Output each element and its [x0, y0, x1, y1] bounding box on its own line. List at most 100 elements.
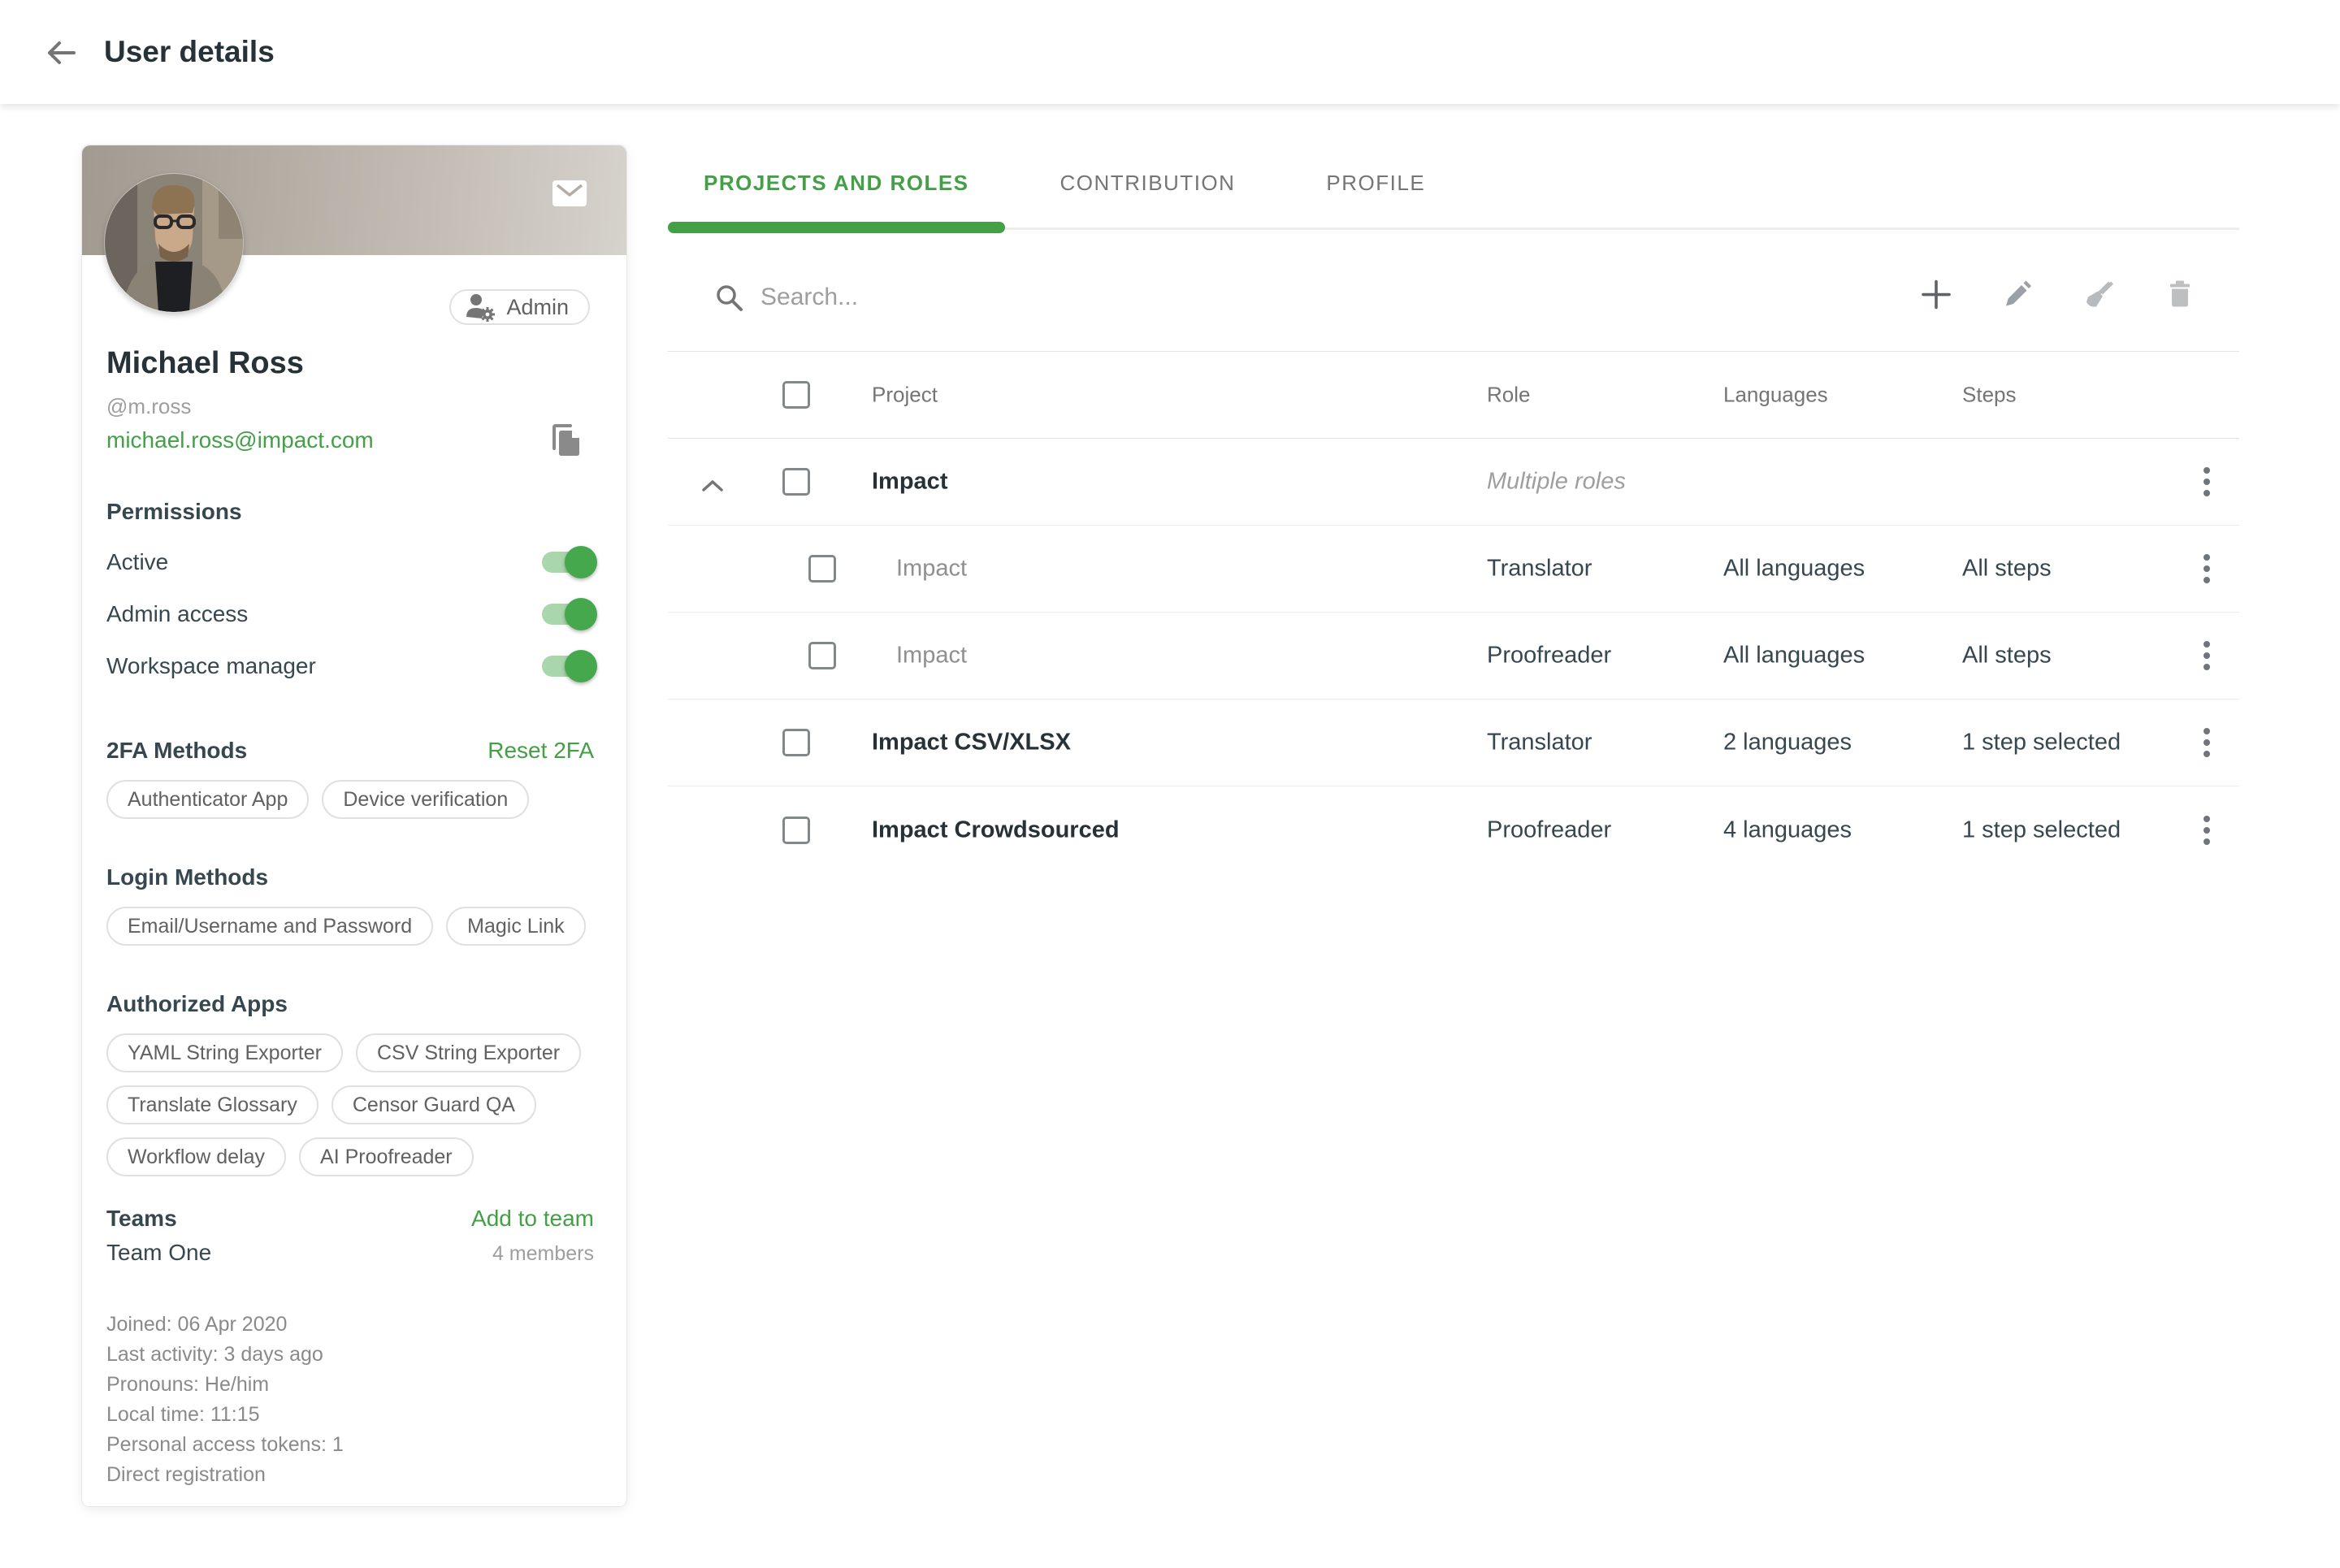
toggle-switch[interactable] [542, 552, 594, 573]
table-header: Project Role Languages Steps [668, 352, 2239, 439]
add-icon[interactable] [1919, 277, 1953, 311]
permissions-title: Permissions [106, 499, 242, 525]
team-members-count: 4 members [492, 1242, 594, 1266]
user-meta-line: Direct registration [106, 1460, 602, 1490]
column-languages: Languages [1723, 383, 1828, 408]
authorized-app-chip: AI Proofreader [299, 1137, 474, 1176]
search-icon [713, 282, 744, 313]
mail-icon[interactable] [552, 180, 587, 207]
team-name: Team One [106, 1240, 211, 1266]
languages-value: 2 languages [1723, 730, 1852, 756]
tab[interactable]: PROJECTS AND ROLES [668, 145, 1005, 222]
authorized-app-chip: Workflow delay [106, 1137, 286, 1176]
project-name: Impact [896, 556, 967, 583]
steps-value: 1 step selected [1962, 816, 2121, 843]
steps-value: 1 step selected [1962, 730, 2121, 756]
project-name: Impact CSV/XLSX [872, 730, 1071, 756]
person-gear-icon [464, 292, 496, 322]
clean-broom-icon[interactable] [2082, 277, 2116, 311]
toolbar [1919, 277, 2197, 311]
user-meta-line: Joined: 06 Apr 2020 [106, 1310, 602, 1340]
table-row[interactable]: Impact Proofreader All languages All ste… [668, 613, 2239, 700]
admin-badge: Admin [449, 289, 590, 325]
login-method-chip: Email/Username and Password [106, 907, 433, 946]
user-meta-list: Joined: 06 Apr 2020Last activity: 3 days… [106, 1310, 602, 1490]
table-row[interactable]: Impact Translator All languages All step… [668, 526, 2239, 613]
toggle-switch[interactable] [542, 656, 594, 677]
authorized-apps-chips: YAML String Exporter CSV String Exporter T… [106, 1033, 602, 1176]
user-meta-line: Local time: 11:15 [106, 1400, 602, 1430]
row-checkbox[interactable] [782, 729, 810, 756]
row-menu-kebab-icon[interactable] [2199, 635, 2215, 677]
permission-row: Active [106, 536, 594, 588]
tab[interactable]: CONTRIBUTION [1025, 145, 1272, 222]
copy-icon[interactable] [548, 421, 582, 458]
user-meta-line: Last activity: 3 days ago [106, 1340, 602, 1370]
tab[interactable]: PROFILE [1290, 145, 1461, 222]
role-value: Translator [1487, 730, 1592, 756]
row-checkbox[interactable] [808, 642, 836, 669]
teams-title: Teams [106, 1206, 177, 1232]
user-email-link[interactable]: michael.ross@impact.com [106, 427, 374, 453]
languages-value: All languages [1723, 556, 1865, 583]
top-bar: User details [0, 0, 2340, 104]
languages-value: 4 languages [1723, 816, 1852, 843]
toggle-switch[interactable] [542, 604, 594, 625]
project-name: Impact [896, 643, 967, 669]
permission-row: Admin access [106, 588, 594, 640]
delete-trash-icon[interactable] [2163, 277, 2197, 311]
permission-label: Workspace manager [106, 653, 316, 679]
authorized-app-chip: Translate Glossary [106, 1085, 318, 1124]
permission-label: Admin access [106, 601, 248, 627]
project-name: Impact Crowdsourced [872, 816, 1120, 843]
user-handle: @m.ross [106, 394, 602, 419]
table-row[interactable]: Impact CSV/XLSX Translator 2 languages 1… [668, 700, 2239, 786]
login-methods-title: Login Methods [106, 864, 268, 890]
login-method-chip: Magic Link [446, 907, 586, 946]
row-checkbox[interactable] [782, 816, 810, 844]
table-row[interactable]: Impact Multiple roles [668, 439, 2239, 526]
user-profile-card: Admin Michael Ross @m.ross michael.ross@… [81, 145, 627, 1507]
column-steps: Steps [1962, 383, 2017, 408]
permission-row: Workspace manager [106, 640, 594, 692]
row-checkbox[interactable] [782, 468, 810, 496]
authorized-app-chip: YAML String Exporter [106, 1033, 343, 1072]
row-menu-kebab-icon[interactable] [2199, 809, 2215, 851]
login-methods-chips: Email/Username and Password Magic Link [106, 907, 602, 946]
row-menu-kebab-icon[interactable] [2199, 721, 2215, 764]
authorized-apps-title: Authorized Apps [106, 991, 288, 1017]
admin-badge-label: Admin [506, 295, 569, 320]
project-name: Impact [872, 469, 947, 496]
twofa-chip: Device verification [322, 780, 529, 819]
languages-value: All languages [1723, 643, 1865, 669]
role-value: Proofreader [1487, 643, 1611, 669]
collapse-chevron-up-icon[interactable] [700, 474, 725, 490]
details-panel: PROJECTS AND ROLES CONTRIBUTIONPROFILE Pr… [668, 145, 2239, 873]
steps-value: All steps [1962, 556, 2052, 583]
row-menu-kebab-icon[interactable] [2199, 461, 2215, 503]
twofa-chip: Authenticator App [106, 780, 309, 819]
reset-2fa-link[interactable]: Reset 2FA [488, 738, 594, 764]
edit-pencil-icon[interactable] [2000, 277, 2034, 311]
authorized-app-chip: CSV String Exporter [356, 1033, 581, 1072]
role-value: Translator [1487, 556, 1592, 583]
search-row [668, 233, 2239, 352]
user-name: Michael Ross [106, 346, 602, 381]
table-row[interactable]: Impact Crowdsourced Proofreader 4 langua… [668, 786, 2239, 873]
twofa-title: 2FA Methods [106, 738, 247, 764]
twofa-chips: Authenticator App Device verification [106, 780, 602, 819]
select-all-checkbox[interactable] [782, 381, 810, 409]
authorized-app-chip: Censor Guard QA [332, 1085, 536, 1124]
permissions-list: Active Admin access Workspace manager [82, 536, 626, 692]
back-arrow-icon[interactable] [42, 34, 80, 71]
projects-table: Impact Multiple roles Impact Translator … [668, 439, 2239, 873]
add-to-team-link[interactable]: Add to team [471, 1206, 594, 1232]
page-title: User details [104, 35, 275, 69]
column-project: Project [872, 383, 938, 408]
row-menu-kebab-icon[interactable] [2199, 548, 2215, 590]
user-meta-line: Personal access tokens: 1 [106, 1430, 602, 1460]
row-checkbox[interactable] [808, 555, 836, 583]
search-input[interactable] [760, 284, 1492, 311]
team-row: Team One 4 members [106, 1240, 594, 1266]
tab-bar: PROJECTS AND ROLES CONTRIBUTIONPROFILE [668, 145, 2239, 233]
